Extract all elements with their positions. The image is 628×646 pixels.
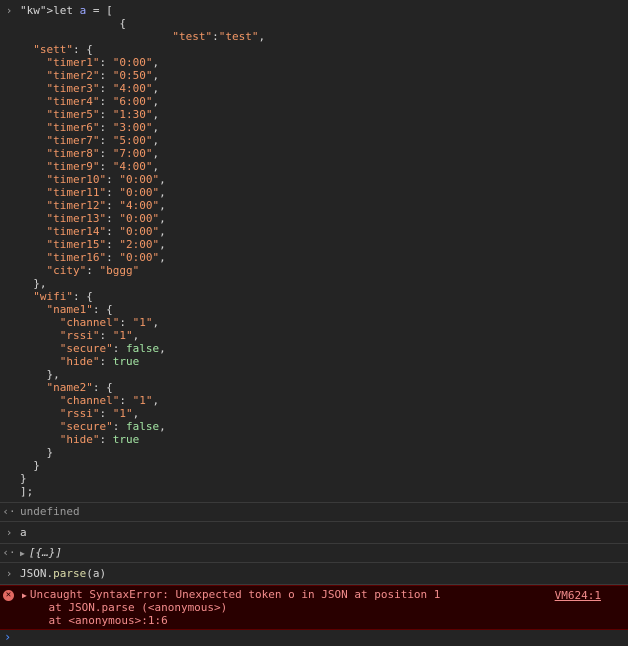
code-line: } [20,446,54,459]
code-line: { [20,17,126,30]
console-input-a: › a [0,522,628,544]
parse-prefix: JSON. [20,567,54,580]
parse-input-line[interactable]: JSON.parse(a) [0,567,628,580]
error-message: Uncaught SyntaxError: Unexpected token o… [29,588,441,601]
code-line: "timer1": "0:00", [46,56,160,69]
code-line: "timer11": "0:00", [46,186,166,199]
code-line: "timer9": "4:00", [46,160,160,173]
code-line: "hide": true [59,433,140,446]
code-line: "name1": { [46,303,113,316]
code-line: "timer6": "3:00", [46,121,160,134]
return-arrow-icon: ‹· [2,505,16,518]
code-line: "timer2": "0:50", [46,69,160,82]
code-line: "rssi": "1", [59,407,140,420]
code-line: } [20,459,40,472]
code-line: "wifi": { [33,290,93,303]
code-line: "timer12": "4:00", [46,199,166,212]
code-block[interactable]: "kw">let a = [ { "test":"test", "sett": … [0,4,628,498]
code-line: } [20,472,27,485]
triangle-right-icon[interactable]: ▶ [20,549,25,558]
source-link[interactable]: VM624:1 [555,589,601,602]
result-undefined: undefined [20,505,80,518]
chevron-right-icon: › [4,630,12,644]
code-line: "test":"test", [172,30,266,43]
code-line: "channel": "1", [59,394,160,407]
array-preview-text[interactable]: [{…}] [29,546,62,559]
code-line: "timer10": "0:00", [46,173,166,186]
error-circle-icon: ✕ [3,590,14,601]
code-line: "timer5": "1:30", [46,108,160,121]
array-preview[interactable]: ▶ [{…}] [0,546,628,559]
code-line: "secure": false, [59,342,166,355]
error-stack-2: at <anonymous>:1:6 [22,614,168,627]
code-line: "rssi": "1", [59,329,140,342]
return-arrow-icon: ‹· [2,546,16,559]
code-line: "channel": "1", [59,316,160,329]
chevron-right-icon: › [5,4,13,17]
console-input-parse: › JSON.parse(a) [0,563,628,585]
code-line: "timer7": "5:00", [46,134,160,147]
error-stack-1: at JSON.parse (<anonymous>) [22,601,228,614]
console-result-array: ‹· ▶ [{…}] [0,544,628,563]
parse-fn: parse [53,567,87,580]
code-line: "timer15": "2:00", [46,238,166,251]
code-line: "timer3": "4:00", [46,82,160,95]
code-line: "timer8": "7:00", [46,147,160,160]
code-line: "kw">let a = [ [20,4,113,17]
triangle-right-icon[interactable]: ▶ [22,591,27,600]
code-line: "timer14": "0:00", [46,225,166,238]
console-error-entry: ✕ ▶ Uncaught SyntaxError: Unexpected toke… [0,585,628,630]
code-line: "hide": true [59,355,140,368]
code-line: ]; [20,485,34,498]
chevron-right-icon: › [5,526,13,539]
parse-suffix: (a) [86,567,107,580]
input-a-text[interactable]: a [0,526,628,539]
code-line: "city": "bggg" [46,264,140,277]
code-line: "name2": { [46,381,113,394]
code-line: }, [20,368,60,381]
error-message-line[interactable]: ▶ Uncaught SyntaxError: Unexpected token … [0,588,628,601]
console-input-entry: › "kw">let a = [ { "test":"test", "sett"… [0,0,628,503]
code-line: "timer16": "0:00", [46,251,166,264]
chevron-right-icon: › [5,567,13,580]
console-result-entry: ‹· undefined [0,503,628,522]
code-line: }, [20,277,47,290]
code-line: "sett": { [33,43,93,56]
devtools-console: › "kw">let a = [ { "test":"test", "sett"… [0,0,628,644]
console-prompt[interactable]: › [0,630,628,646]
code-line: "secure": false, [59,420,166,433]
code-line: "timer4": "6:00", [46,95,160,108]
code-line: "timer13": "0:00", [46,212,166,225]
